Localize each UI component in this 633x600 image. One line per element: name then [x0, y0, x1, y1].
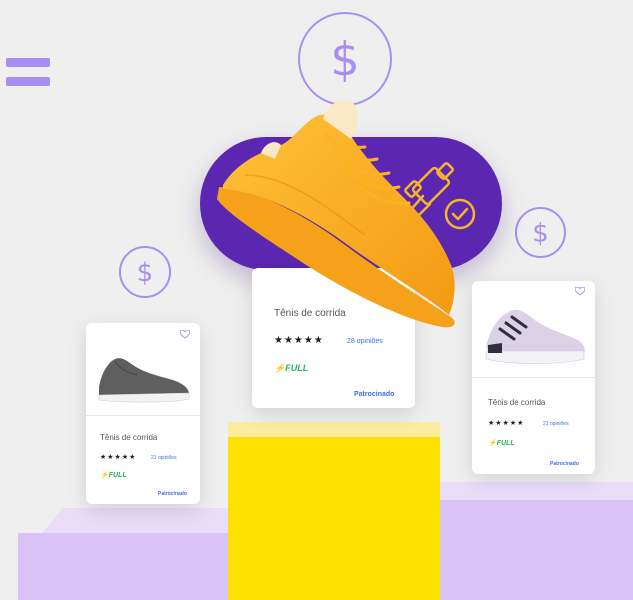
full-label: FULL: [108, 472, 127, 479]
svg-text:$: $: [137, 258, 153, 288]
sponsored-label: Patrocinado: [354, 391, 395, 398]
gray-sneaker-image: [98, 358, 190, 403]
podium-top: [228, 422, 440, 438]
podium-front: [228, 437, 440, 600]
menu-bar-top: [6, 58, 50, 67]
reviews-link[interactable]: 21 opiniões: [151, 455, 177, 461]
lightning-icon: ⚡: [488, 440, 497, 447]
rating-stars: ★★★★★: [488, 420, 525, 427]
full-badge: ⚡FULL: [100, 471, 127, 479]
menu-bar-bottom: [6, 77, 50, 86]
right-platform: [440, 500, 633, 600]
dollar-coin-icon: $: [515, 207, 566, 258]
dollar-coin-icon: $: [298, 12, 392, 106]
heart-outline-icon[interactable]: [180, 330, 190, 339]
reviews-link[interactable]: 28 opiniões: [347, 338, 383, 345]
full-label: FULL: [496, 440, 515, 447]
lightning-icon: ⚡: [100, 472, 109, 479]
heart-outline-icon[interactable]: [575, 287, 585, 296]
product-card-left[interactable]: Tênis de corrida ★★★★★ 21 opiniões ⚡FULL…: [86, 323, 200, 504]
svg-text:$: $: [330, 32, 359, 86]
rating-stars: ★★★★★: [274, 335, 324, 346]
dollar-coin-icon: $: [119, 246, 171, 298]
card-divider: [472, 377, 595, 378]
orange-sneaker-image: [217, 100, 455, 328]
left-platform: [18, 533, 230, 600]
rating-stars: ★★★★★: [100, 454, 137, 461]
left-platform-top: [40, 508, 230, 536]
full-badge: ⚡FULL: [488, 439, 515, 447]
lilac-sneaker-image: [485, 309, 585, 364]
full-badge: ⚡FULL: [274, 363, 308, 374]
hamburger-menu-icon[interactable]: [6, 55, 50, 91]
ad-illustration: $ $ $ Tênis de corrida ★★★★★ 28 opiniões…: [0, 0, 633, 600]
lightning-icon: ⚡: [274, 363, 286, 373]
right-platform-top: [440, 482, 633, 502]
sponsored-label: Patrocinado: [158, 491, 187, 497]
product-title: Tênis de corrida: [488, 398, 546, 407]
sponsored-label: Patrocinado: [550, 461, 579, 467]
full-label: FULL: [285, 363, 309, 373]
svg-text:$: $: [532, 218, 548, 248]
product-title: Tênis de corrida: [100, 433, 158, 442]
product-card-right[interactable]: Tênis de corrida ★★★★★ 21 opiniões ⚡FULL…: [472, 281, 595, 474]
card-divider: [86, 415, 200, 416]
reviews-link[interactable]: 21 opiniões: [543, 421, 569, 427]
